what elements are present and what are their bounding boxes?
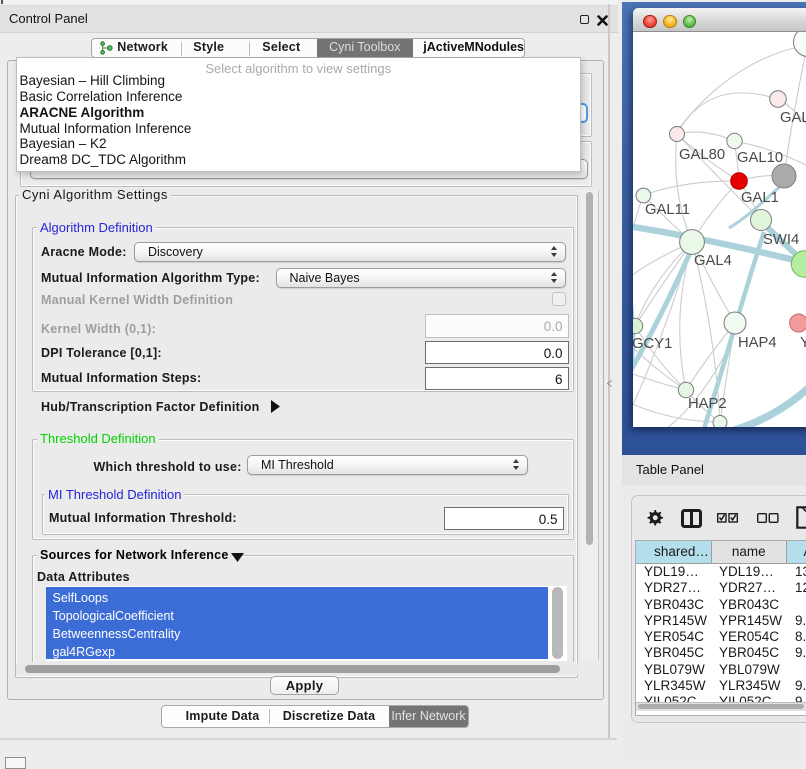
svg-text:HAP2: HAP2 (688, 396, 727, 412)
svg-text:SWI4: SWI4 (763, 232, 799, 248)
svg-text:GCY1: GCY1 (633, 336, 672, 352)
svg-text:GAL4: GAL4 (694, 253, 732, 269)
svg-text:HAP4: HAP4 (738, 335, 777, 351)
svg-text:YE: YE (800, 335, 806, 351)
svg-text:GAL80: GAL80 (679, 147, 725, 163)
svg-text:GAL1: GAL1 (741, 190, 779, 206)
svg-text:GAL7: GAL7 (780, 110, 806, 126)
svg-text:GAL11: GAL11 (645, 202, 690, 218)
svg-text:GAL10: GAL10 (737, 150, 783, 166)
